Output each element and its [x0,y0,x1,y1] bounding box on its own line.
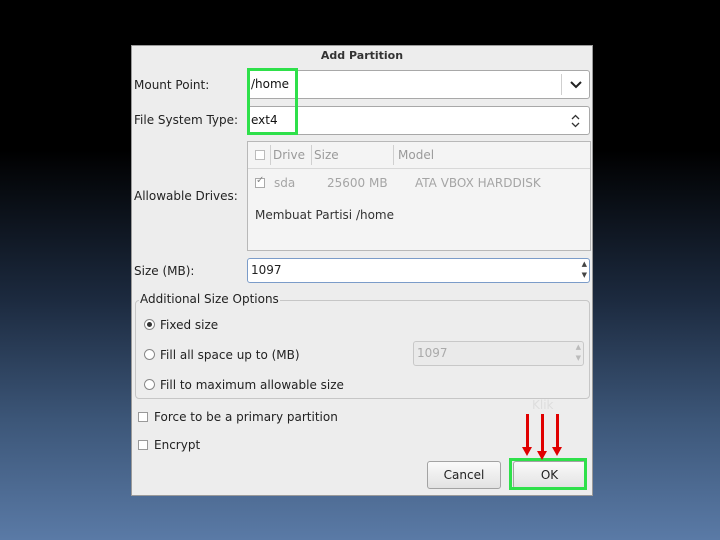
fs-type-label: File System Type: [134,113,239,127]
drive-name: sda [274,176,296,190]
mount-point-label: Mount Point: [134,78,210,92]
column-separator [270,145,271,165]
ok-button[interactable]: OK [513,461,586,489]
fill-max-label[interactable]: Fill to maximum allowable size [160,378,344,392]
size-label: Size (MB): [134,264,195,278]
header-drive[interactable]: Drive [273,148,305,162]
size-options-title: Additional Size Options [139,292,280,306]
size-value: 1097 [251,263,282,277]
fixed-size-radio[interactable] [144,319,155,330]
drives-note: Membuat Partisi /home [255,208,395,222]
primary-partition-label[interactable]: Force to be a primary partition [154,410,338,424]
spin-up-icon[interactable]: ▲ [576,343,581,351]
updown-arrows-icon[interactable] [562,107,589,134]
drives-header: Drive Size Model [248,142,590,169]
mount-point-combo[interactable]: /home [247,70,590,99]
spin-down-icon[interactable]: ▼ [582,271,587,279]
dialog-title: Add Partition [320,49,404,62]
select-all-checkbox[interactable] [255,150,265,160]
spin-down-icon[interactable]: ▼ [576,354,581,362]
drive-size: 25600 MB [327,176,388,190]
column-separator [393,145,394,165]
cancel-button[interactable]: Cancel [427,461,501,489]
spin-up-icon[interactable]: ▲ [582,260,587,268]
allowable-drives-list: Drive Size Model sda 25600 MB ATA VBOX H… [247,141,591,251]
red-arrow-icon [522,414,532,456]
fill-up-to-label[interactable]: Fill all space up to (MB) [160,348,300,362]
fill-up-to-value: 1097 [417,346,448,360]
encrypt-label[interactable]: Encrypt [154,438,200,452]
mount-point-value: /home [251,77,290,91]
primary-partition-checkbox[interactable] [138,412,148,422]
red-arrow-icon [537,414,547,460]
klik-label: Klik [532,398,554,412]
encrypt-checkbox[interactable] [138,440,148,450]
chevron-down-icon[interactable] [562,71,589,98]
fixed-size-label[interactable]: Fixed size [160,318,218,332]
fill-max-radio[interactable] [144,379,155,390]
fs-type-value: ext4 [251,113,278,127]
fs-type-select[interactable]: ext4 [247,106,590,135]
header-size[interactable]: Size [314,148,339,162]
allowable-drives-label: Allowable Drives: [134,189,238,203]
add-partition-dialog: Add Partition Mount Point: /home File Sy… [131,45,593,496]
header-model[interactable]: Model [398,148,434,162]
drive-sda-checkbox[interactable] [255,175,265,188]
drive-model: ATA VBOX HARDDISK [415,176,541,190]
fill-up-to-radio[interactable] [144,349,155,360]
fill-up-to-spinbox[interactable]: 1097 ▲ ▼ [413,341,584,366]
column-separator [311,145,312,165]
additional-size-options-group: Additional Size Options Fixed size Fill … [135,292,590,399]
red-arrow-icon [552,414,562,456]
size-spinbox[interactable]: 1097 ▲ ▼ [247,258,590,283]
